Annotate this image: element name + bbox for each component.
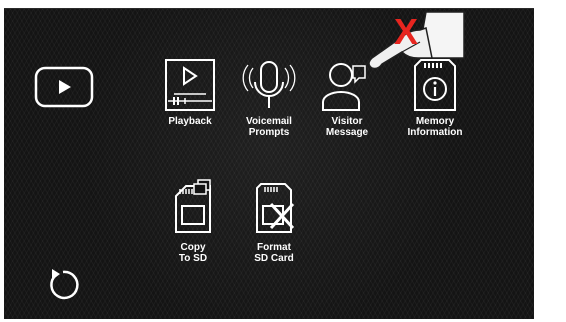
playback-icon	[165, 59, 215, 111]
copy-to-sd-icon	[175, 179, 211, 233]
back-button[interactable]	[44, 266, 82, 307]
format-sd-icon	[256, 183, 295, 233]
menu-item-voicemail-prompts[interactable]: Voicemail Prompts	[228, 58, 310, 138]
memory-information-label: Memory Information	[407, 116, 463, 138]
video-play-button[interactable]	[34, 66, 94, 113]
red-x-mark: X	[394, 11, 419, 52]
menu-item-playback[interactable]: Playback	[149, 58, 231, 127]
playback-label: Playback	[168, 116, 212, 127]
microphone-icon	[242, 61, 296, 108]
format-sd-card-label: Format SD Card	[254, 242, 294, 264]
refresh-back-icon	[50, 269, 79, 300]
video-play-icon	[34, 66, 94, 108]
menu-item-copy-to-sd[interactable]: Copy To SD	[152, 176, 234, 264]
visitor-message-label: Visitor Message	[325, 116, 369, 138]
voicemail-prompts-label: Voicemail Prompts	[246, 116, 292, 138]
copy-to-sd-label: Copy To SD	[178, 242, 208, 264]
menu-item-format-sd-card[interactable]: Format SD Card	[233, 176, 315, 264]
